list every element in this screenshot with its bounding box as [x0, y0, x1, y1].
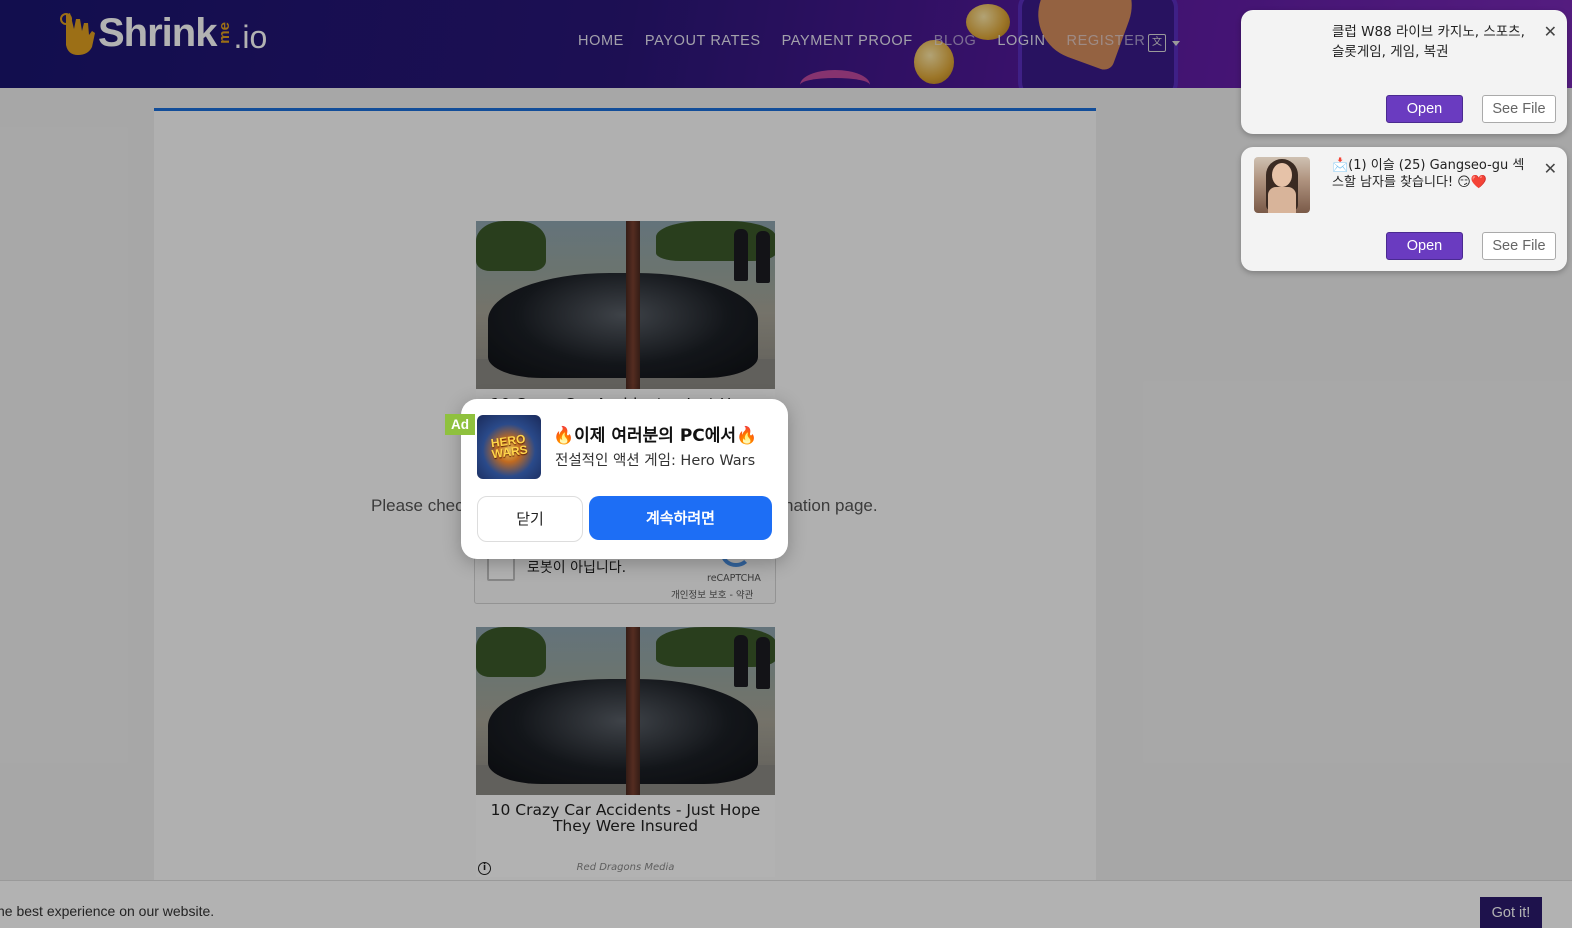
body-shape [1268, 187, 1296, 213]
push-notification[interactable]: 📩(1) 이슬 (25) Gangseo-gu 섹스할 남자를 찾습니다! 😏❤… [1241, 147, 1567, 271]
modal-title: 🔥이제 여러분의 PC에서🔥 [553, 426, 758, 446]
notification-thumbnail [1254, 157, 1310, 213]
hero-wars-app-icon: HERO WARS [477, 415, 541, 479]
app-icon-text: HERO WARS [490, 431, 529, 462]
ad-modal: HERO WARS 🔥이제 여러분의 PC에서🔥 전설적인 액션 게임: Her… [461, 399, 788, 559]
close-icon[interactable]: ✕ [1544, 22, 1557, 41]
continue-button[interactable]: 계속하려면 [589, 496, 772, 540]
modal-subtitle: 전설적인 액션 게임: Hero Wars [555, 453, 756, 469]
cookie-bar: he best experience on our website. Got i… [0, 880, 1572, 928]
notification-text: 클럽 W88 라이브 카지노, 스포츠, 슬롯게임, 게임, 복권 [1332, 24, 1525, 60]
close-icon[interactable]: ✕ [1544, 159, 1557, 178]
open-button[interactable]: Open [1386, 232, 1463, 260]
see-file-button[interactable]: See File [1482, 95, 1556, 123]
close-button[interactable]: 닫기 [477, 496, 583, 542]
cookie-text: he best experience on our website. [0, 903, 215, 919]
got-it-button[interactable]: Got it! [1480, 897, 1542, 928]
ad-badge: Ad [445, 414, 475, 435]
open-button[interactable]: Open [1386, 95, 1463, 123]
see-file-button[interactable]: See File [1482, 232, 1556, 260]
face-shape [1272, 163, 1292, 187]
notification-text: 📩(1) 이슬 (25) Gangseo-gu 섹스할 남자를 찾습니다! 😏❤… [1332, 158, 1525, 190]
push-notification[interactable]: 클럽 W88 라이브 카지노, 스포츠, 슬롯게임, 게임, 복권 ✕ Open… [1241, 10, 1567, 134]
